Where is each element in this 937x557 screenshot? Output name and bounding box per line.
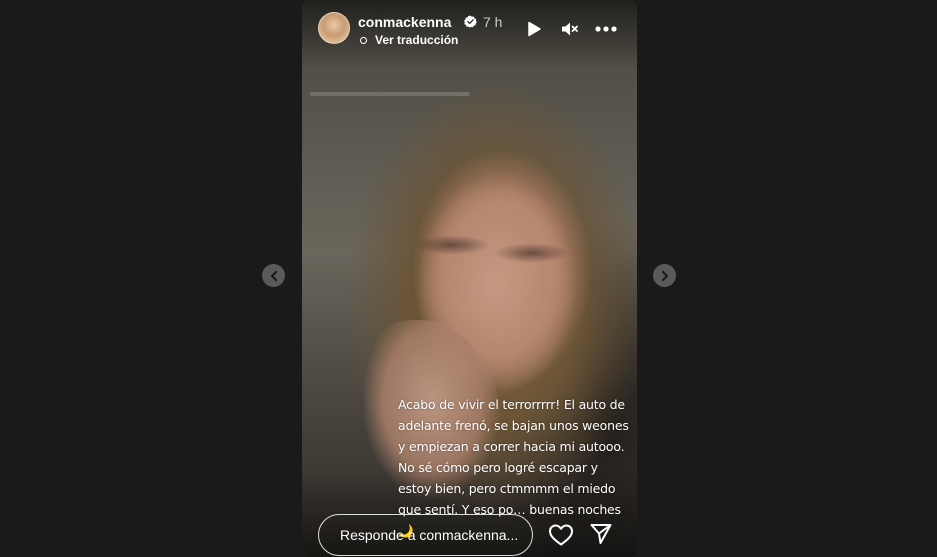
next-story-button[interactable]	[653, 264, 676, 287]
previous-story-button[interactable]	[262, 264, 285, 287]
avatar[interactable]	[318, 12, 350, 44]
play-button[interactable]	[523, 18, 545, 40]
mute-button[interactable]	[559, 18, 581, 40]
more-options-icon	[595, 26, 617, 32]
story-controls	[523, 18, 617, 40]
curtain-rail	[310, 92, 470, 96]
username-link[interactable]: conmackenna	[358, 14, 451, 30]
post-time: 7 h	[483, 14, 503, 30]
story-viewer[interactable]: conmackenna 7 h Ver traducción Acabo de …	[302, 0, 637, 557]
translate-dot-icon	[360, 36, 367, 44]
verified-badge-icon	[464, 15, 477, 28]
more-options-button[interactable]	[595, 18, 617, 40]
chevron-right-icon	[661, 270, 668, 281]
heart-icon[interactable]	[548, 523, 574, 547]
send-icon[interactable]	[589, 522, 613, 546]
speaker-muted-icon	[562, 22, 578, 36]
translate-link[interactable]: Ver traducción	[360, 32, 458, 48]
reply-input[interactable]: Responde a conmackenna...	[318, 514, 533, 556]
translate-label: Ver traducción	[375, 33, 459, 47]
story-header: conmackenna 7 h Ver traducción	[318, 12, 625, 48]
chevron-left-icon	[270, 270, 277, 281]
play-icon	[528, 21, 541, 37]
